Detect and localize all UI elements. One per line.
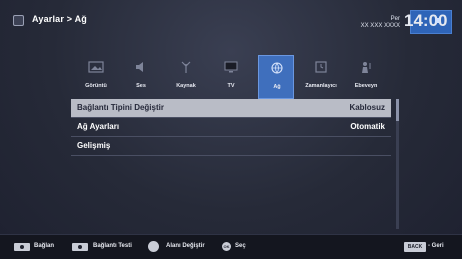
list-item-label: Ağ Ayarları: [77, 122, 120, 131]
timer-icon: [315, 61, 327, 73]
list-item-value: Kablosuz: [349, 103, 385, 112]
category-label: TV: [227, 83, 235, 89]
network-globe-icon: [271, 62, 283, 74]
category-network[interactable]: Ağ: [258, 55, 294, 99]
list-item-value: Otomatik: [350, 122, 385, 131]
select-hint: Seç: [235, 243, 246, 249]
list-item[interactable]: Gelişmiş: [71, 137, 391, 156]
date-label: XX XXX XXXX: [360, 23, 400, 29]
picture-icon: [88, 61, 104, 73]
connection-test-hint: Bağlantı Testi: [93, 243, 132, 249]
navigation-keys-icon: [148, 241, 159, 252]
category-source[interactable]: Kaynak: [168, 55, 204, 99]
ok-key-icon: OK: [222, 242, 231, 251]
antenna-icon: [181, 61, 191, 73]
settings-list: Bağlantı Tipini Değiştir Kablosuz Ağ Aya…: [71, 99, 391, 156]
date-display: Per XX XXX XXXX: [361, 16, 400, 30]
connect-hint: Bağlan: [34, 243, 55, 249]
scrollbar-thumb[interactable]: [396, 99, 399, 121]
footer-bar: Bağlan Bağlantı Testi Alanı Değiştir OK …: [0, 234, 462, 259]
tv-icon: [224, 61, 238, 73]
back-hint-label: Geri: [431, 243, 444, 249]
back-key-icon: BACK: [404, 242, 426, 252]
list-item[interactable]: Ağ Ayarları Otomatik: [71, 118, 391, 137]
category-picture[interactable]: Görüntü: [78, 55, 114, 99]
clock: 14:00: [404, 11, 448, 30]
parental-icon: [362, 62, 371, 73]
change-area-hint: Alanı Değiştir: [166, 243, 205, 249]
category-label: Ebeveyn: [354, 83, 378, 89]
red-key-icon: [14, 243, 30, 251]
list-item-label: Gelişmiş: [77, 141, 111, 150]
category-tv[interactable]: TV: [213, 55, 249, 99]
settings-icon: [13, 15, 24, 26]
category-bar: Görüntü Ses Kaynak TV Ağ Zamanlayıcı Ebe…: [72, 55, 397, 99]
fast-forward-key-icon: [72, 243, 88, 251]
category-parental[interactable]: Ebeveyn: [348, 55, 384, 99]
back-hint: - Geri: [428, 243, 444, 249]
list-item-label: Bağlantı Tipini Değiştir: [77, 103, 164, 112]
tile-indicator-icon: [435, 18, 440, 23]
list-item[interactable]: Bağlantı Tipini Değiştir Kablosuz: [71, 99, 391, 118]
category-timer[interactable]: Zamanlayıcı: [303, 55, 339, 99]
speaker-icon: [136, 62, 143, 72]
breadcrumb: Ayarlar > Ağ: [32, 14, 88, 24]
day-label: Per: [390, 16, 400, 22]
category-sound[interactable]: Ses: [123, 55, 159, 99]
